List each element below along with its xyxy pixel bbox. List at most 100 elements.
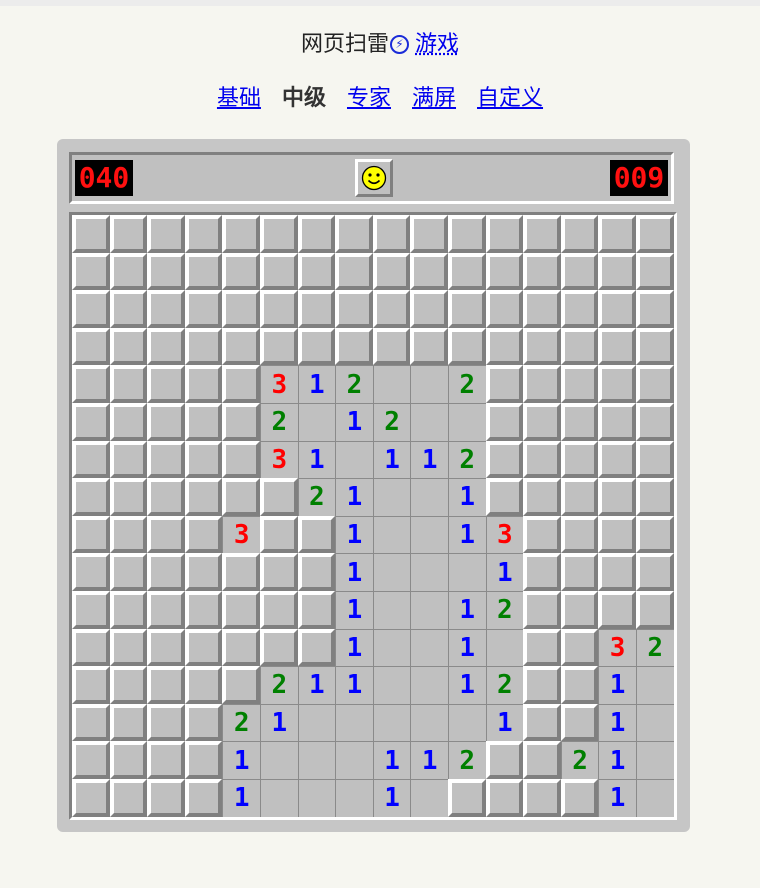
hidden-cell[interactable] [598,515,636,554]
hidden-cell[interactable] [297,290,336,328]
hidden-cell[interactable] [72,327,110,366]
hidden-cell[interactable] [297,553,336,591]
hidden-cell[interactable] [447,215,486,253]
hidden-cell[interactable] [410,327,448,366]
hidden-cell[interactable] [335,290,373,328]
hidden-cell[interactable] [485,327,524,366]
hidden-cell[interactable] [372,290,411,328]
hidden-cell[interactable] [72,741,110,779]
hidden-cell[interactable] [447,290,486,328]
hidden-cell[interactable] [560,553,599,591]
hidden-cell[interactable] [109,478,148,516]
hidden-cell[interactable] [598,553,636,591]
hidden-cell[interactable] [222,628,260,667]
hidden-cell[interactable] [72,290,110,328]
hidden-cell[interactable] [598,590,636,629]
hidden-cell[interactable] [222,666,260,704]
hidden-cell[interactable] [109,215,148,253]
hidden-cell[interactable] [635,290,674,328]
hidden-cell[interactable] [109,553,148,591]
hidden-cell[interactable] [560,590,599,629]
hidden-cell[interactable] [259,515,298,554]
hidden-cell[interactable] [147,515,185,554]
level-fullscreen[interactable]: 满屏 [412,86,456,111]
game-link[interactable]: 游戏 [415,32,459,57]
level-expert[interactable]: 专家 [347,86,391,111]
hidden-cell[interactable] [222,478,260,516]
hidden-cell[interactable] [147,327,185,366]
hidden-cell[interactable] [109,402,148,441]
hidden-cell[interactable] [447,327,486,366]
hidden-cell[interactable] [598,290,636,328]
hidden-cell[interactable] [109,590,148,629]
hidden-cell[interactable] [72,365,110,403]
hidden-cell[interactable] [72,440,110,479]
hidden-cell[interactable] [635,590,674,629]
hidden-cell[interactable] [184,402,223,441]
hidden-cell[interactable] [109,628,148,667]
hidden-cell[interactable] [259,290,298,328]
hidden-cell[interactable] [560,628,599,667]
hidden-cell[interactable] [485,365,524,403]
hidden-cell[interactable] [147,215,185,253]
hidden-cell[interactable] [485,402,524,441]
hidden-cell[interactable] [523,215,561,253]
hidden-cell[interactable] [560,290,599,328]
hidden-cell[interactable] [147,666,185,704]
hidden-cell[interactable] [560,440,599,479]
hidden-cell[interactable] [259,252,298,291]
hidden-cell[interactable] [259,215,298,253]
hidden-cell[interactable] [335,327,373,366]
hidden-cell[interactable] [560,365,599,403]
hidden-cell[interactable] [523,628,561,667]
hidden-cell[interactable] [635,252,674,291]
hidden-cell[interactable] [297,215,336,253]
hidden-cell[interactable] [372,327,411,366]
hidden-cell[interactable] [184,590,223,629]
hidden-cell[interactable] [184,327,223,366]
hidden-cell[interactable] [147,478,185,516]
hidden-cell[interactable] [109,778,148,817]
hidden-cell[interactable] [72,215,110,253]
hidden-cell[interactable] [410,215,448,253]
hidden-cell[interactable] [635,215,674,253]
hidden-cell[interactable] [72,515,110,554]
hidden-cell[interactable] [222,327,260,366]
hidden-cell[interactable] [560,478,599,516]
hidden-cell[interactable] [523,590,561,629]
hidden-cell[interactable] [184,703,223,742]
hidden-cell[interactable] [560,327,599,366]
hidden-cell[interactable] [598,365,636,403]
hidden-cell[interactable] [598,478,636,516]
hidden-cell[interactable] [523,290,561,328]
hidden-cell[interactable] [222,290,260,328]
hidden-cell[interactable] [560,215,599,253]
hidden-cell[interactable] [523,365,561,403]
hidden-cell[interactable] [259,590,298,629]
hidden-cell[interactable] [259,478,298,516]
hidden-cell[interactable] [410,290,448,328]
hidden-cell[interactable] [523,440,561,479]
hidden-cell[interactable] [598,402,636,441]
hidden-cell[interactable] [635,440,674,479]
hidden-cell[interactable] [109,515,148,554]
hidden-cell[interactable] [560,252,599,291]
hidden-cell[interactable] [485,741,524,779]
hidden-cell[interactable] [147,590,185,629]
hidden-cell[interactable] [523,327,561,366]
hidden-cell[interactable] [184,628,223,667]
hidden-cell[interactable] [447,778,486,817]
hidden-cell[interactable] [635,478,674,516]
hidden-cell[interactable] [635,515,674,554]
hidden-cell[interactable] [560,666,599,704]
hidden-cell[interactable] [259,628,298,667]
hidden-cell[interactable] [109,365,148,403]
hidden-cell[interactable] [72,252,110,291]
hidden-cell[interactable] [222,215,260,253]
hidden-cell[interactable] [598,440,636,479]
hidden-cell[interactable] [147,741,185,779]
hidden-cell[interactable] [598,215,636,253]
hidden-cell[interactable] [259,553,298,591]
hidden-cell[interactable] [222,553,260,591]
hidden-cell[interactable] [147,440,185,479]
